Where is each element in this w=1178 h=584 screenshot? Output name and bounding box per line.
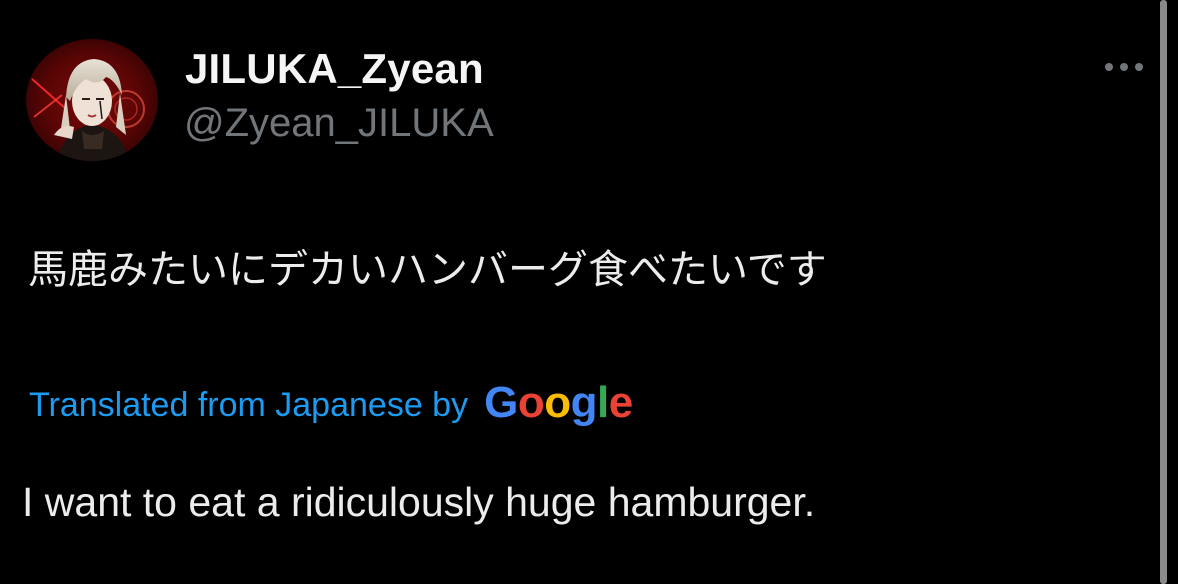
google-logo-letter: l [596,378,609,427]
google-logo-letter: g [570,378,598,427]
tweet-text: 馬鹿みたいにデカいハンバーグ食べたいです [28,247,827,293]
tweet-card: JILUKA_Zyean @Zyean_JILUKA 馬鹿みたいにデカいハンバー… [0,0,1178,584]
translated-text: I want to eat a ridiculously huge hambur… [22,479,816,525]
google-logo-letter: e [608,378,633,427]
translated-from-label[interactable]: Translated from Japanese by [29,380,468,430]
avatar-image [26,39,158,161]
more-options-button[interactable] [1100,52,1148,82]
google-logo-letter: G [484,378,518,427]
google-logo-letter: o [517,378,545,427]
scrollbar[interactable] [1160,0,1167,584]
translation-attribution[interactable]: Translated from Japanese by Google [29,378,633,430]
google-logo: Google [484,378,633,428]
more-dots-icon [1105,63,1143,71]
user-handle[interactable]: @Zyean_JILUKA [184,98,494,148]
display-name[interactable]: JILUKA_Zyean [185,44,484,94]
avatar[interactable] [26,39,158,161]
google-logo-letter: o [544,378,571,427]
